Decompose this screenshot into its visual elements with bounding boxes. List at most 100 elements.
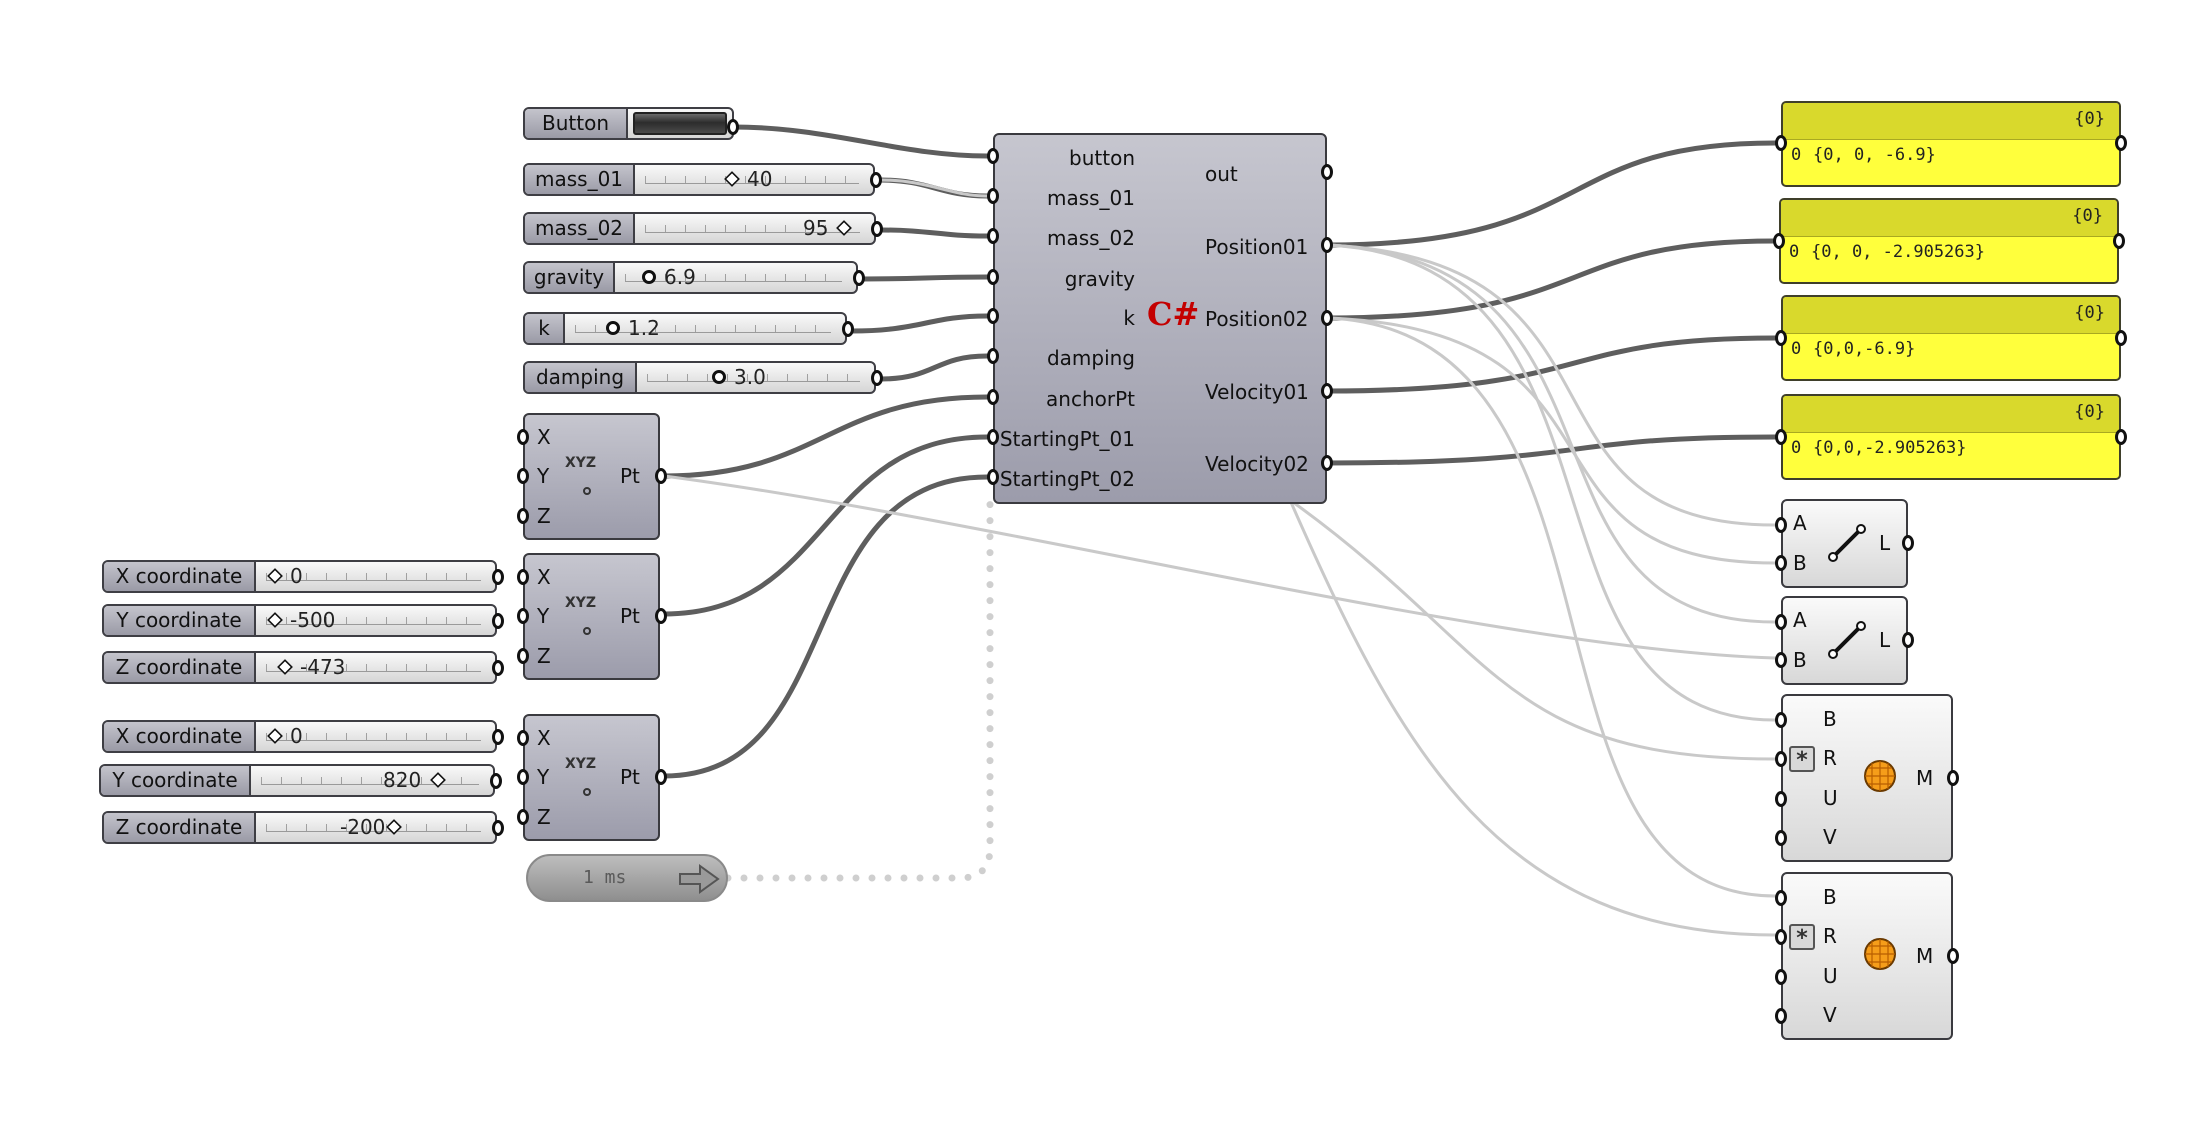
slider-output-port[interactable] <box>870 172 882 188</box>
script-output-port[interactable] <box>1321 237 1333 253</box>
input-port[interactable] <box>1775 929 1787 945</box>
output-port[interactable] <box>1947 770 1959 786</box>
output-port[interactable] <box>1902 535 1914 551</box>
output-port[interactable] <box>655 769 667 785</box>
input-port[interactable] <box>1775 555 1787 571</box>
slider-value: 820 <box>383 768 422 792</box>
panel-index: 0 <box>1789 242 1800 262</box>
button-output-port[interactable] <box>727 119 739 135</box>
csharp-script-component[interactable]: button mass_01 mass_02 gravity k damping… <box>993 133 1327 504</box>
panel-output-port[interactable] <box>2115 429 2127 445</box>
script-output-port[interactable] <box>1321 455 1333 471</box>
panel-position01[interactable]: {0} 0 {0, 0, -6.9} <box>1781 101 2121 187</box>
panel-input-port[interactable] <box>1773 233 1785 249</box>
slider-grip[interactable] <box>606 321 620 335</box>
panel-velocity01[interactable]: {0} 0 {0,0,-6.9} <box>1781 295 2121 381</box>
script-input-port[interactable] <box>987 269 999 285</box>
construct-point-1[interactable]: X Y Z XYZ Pt <box>523 413 660 540</box>
mesh-sphere-component-1[interactable]: B R U V * M <box>1781 694 1953 862</box>
slider-output-port[interactable] <box>492 660 504 676</box>
input-port[interactable] <box>517 468 529 484</box>
slider-output-port[interactable] <box>492 613 504 629</box>
script-input-port[interactable] <box>987 148 999 164</box>
construct-point-3[interactable]: X Y Z XYZ Pt <box>523 714 660 841</box>
construct-point-2[interactable]: X Y Z XYZ Pt <box>523 553 660 680</box>
input-port[interactable] <box>1775 791 1787 807</box>
input-port[interactable] <box>517 648 529 664</box>
slider-value: 3.0 <box>734 365 766 389</box>
panel-velocity02[interactable]: {0} 0 {0,0,-2.905263} <box>1781 394 2121 480</box>
slider-x-coordinate-1[interactable]: X coordinate 0 <box>102 560 497 593</box>
input-port[interactable] <box>517 569 529 585</box>
panel-path: {0} <box>2074 303 2105 323</box>
input-port[interactable] <box>1775 751 1787 767</box>
slider-damping[interactable]: damping 3.0 <box>523 361 876 394</box>
slider-output-port[interactable] <box>492 569 504 585</box>
xyz-icon-dot <box>583 788 591 796</box>
output-port[interactable] <box>1902 632 1914 648</box>
slider-output-port[interactable] <box>871 221 883 237</box>
script-input-port[interactable] <box>987 308 999 324</box>
slider-k[interactable]: k 1.2 <box>523 312 847 345</box>
slider-x-coordinate-2[interactable]: X coordinate 0 <box>102 720 497 753</box>
mesh-sphere-component-2[interactable]: B R U V * M <box>1781 872 1953 1040</box>
script-input-port[interactable] <box>987 348 999 364</box>
slider-mass-01[interactable]: mass_01 40 <box>523 163 875 196</box>
asterisk-icon: * <box>1789 924 1815 951</box>
slider-y-coordinate-1[interactable]: Y coordinate -500 <box>102 604 497 637</box>
line-component-1[interactable]: A B L <box>1781 499 1908 588</box>
slider-mass-02[interactable]: mass_02 95 <box>523 212 876 245</box>
input-port[interactable] <box>1775 969 1787 985</box>
slider-grip[interactable] <box>642 270 656 284</box>
panel-output-port[interactable] <box>2115 330 2127 346</box>
timer-component[interactable]: 1 ms <box>526 854 728 902</box>
input-port[interactable] <box>517 608 529 624</box>
script-output-port[interactable] <box>1321 383 1333 399</box>
line-component-2[interactable]: A B L <box>1781 596 1908 685</box>
button-face[interactable] <box>633 112 727 135</box>
script-input-port[interactable] <box>987 429 999 445</box>
script-output-port[interactable] <box>1321 310 1333 326</box>
input-port[interactable] <box>1775 517 1787 533</box>
output-port[interactable] <box>655 608 667 624</box>
panel-position02[interactable]: {0} 0 {0, 0, -2.905263} <box>1779 198 2119 284</box>
slider-y-coordinate-2[interactable]: Y coordinate 820 <box>99 764 495 797</box>
input-port[interactable] <box>1775 830 1787 846</box>
script-input-port[interactable] <box>987 188 999 204</box>
slider-output-port[interactable] <box>842 321 854 337</box>
input-port[interactable] <box>517 508 529 524</box>
script-input-port[interactable] <box>987 469 999 485</box>
input-port[interactable] <box>517 429 529 445</box>
slider-output-port[interactable] <box>490 773 502 789</box>
input-port[interactable] <box>1775 614 1787 630</box>
slider-z-coordinate-2[interactable]: Z coordinate -200 <box>102 811 497 844</box>
output-port[interactable] <box>1947 948 1959 964</box>
input-port[interactable] <box>1775 652 1787 668</box>
output-port[interactable] <box>655 468 667 484</box>
input-label-startingpt-01: StartingPt_01 <box>999 427 1135 451</box>
input-port[interactable] <box>517 769 529 785</box>
slider-gravity[interactable]: gravity 6.9 <box>523 261 858 294</box>
slider-grip[interactable] <box>712 370 726 384</box>
script-output-port[interactable] <box>1321 164 1333 180</box>
button-component[interactable]: Button <box>523 107 734 140</box>
input-port[interactable] <box>1775 890 1787 906</box>
slider-z-coordinate-1[interactable]: Z coordinate -473 <box>102 651 497 684</box>
script-input-port[interactable] <box>987 228 999 244</box>
input-port[interactable] <box>517 809 529 825</box>
panel-input-port[interactable] <box>1775 330 1787 346</box>
panel-input-port[interactable] <box>1775 429 1787 445</box>
panel-output-port[interactable] <box>2115 135 2127 151</box>
wire-button <box>730 124 990 159</box>
input-port[interactable] <box>1775 1008 1787 1024</box>
slider-output-port[interactable] <box>871 370 883 386</box>
panel-input-port[interactable] <box>1775 135 1787 151</box>
script-input-port[interactable] <box>987 389 999 405</box>
slider-output-port[interactable] <box>492 820 504 836</box>
panel-output-port[interactable] <box>2113 233 2125 249</box>
timer-interval: 1 ms <box>583 867 627 888</box>
input-port[interactable] <box>1775 712 1787 728</box>
input-port[interactable] <box>517 730 529 746</box>
slider-output-port[interactable] <box>492 729 504 745</box>
slider-output-port[interactable] <box>853 270 865 286</box>
